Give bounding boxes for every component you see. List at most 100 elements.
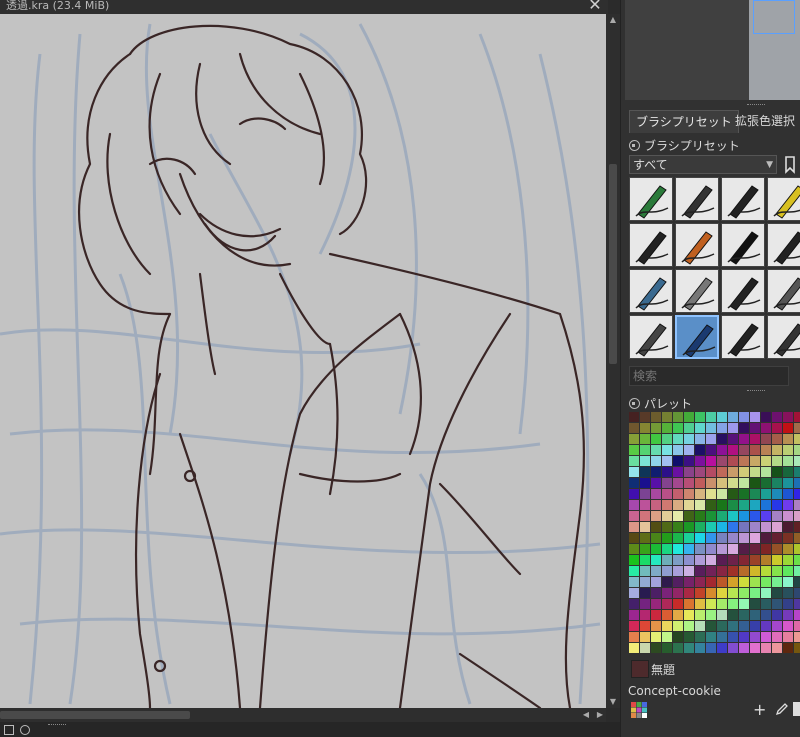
palette-swatch[interactable] — [728, 467, 738, 477]
palette-swatch[interactable] — [717, 511, 727, 521]
palette-swatch[interactable] — [629, 445, 639, 455]
palette-swatch[interactable] — [695, 423, 705, 433]
palette-swatch[interactable] — [728, 434, 738, 444]
palette-swatch[interactable] — [783, 445, 793, 455]
palette-swatch[interactable] — [673, 511, 683, 521]
palette-swatch[interactable] — [662, 434, 672, 444]
scroll-left-icon[interactable]: ◀ — [580, 708, 592, 722]
drawing-canvas[interactable] — [0, 14, 606, 708]
palette-swatch[interactable] — [717, 555, 727, 565]
resize-grip[interactable] — [48, 724, 66, 727]
palette-swatch[interactable] — [739, 522, 749, 532]
palette-swatch[interactable] — [629, 456, 639, 466]
palette-swatch[interactable] — [728, 456, 738, 466]
brush-preset-fountain-pen[interactable] — [629, 223, 673, 267]
palette-swatch[interactable] — [640, 555, 650, 565]
palette-swatch[interactable] — [629, 555, 639, 565]
palette-swatch[interactable] — [783, 500, 793, 510]
palette-swatch[interactable] — [662, 511, 672, 521]
palette-swatch[interactable] — [629, 588, 639, 598]
palette-swatch[interactable] — [750, 467, 760, 477]
palette-swatch[interactable] — [750, 643, 760, 653]
palette-swatch[interactable] — [695, 489, 705, 499]
palette-swatch[interactable] — [783, 423, 793, 433]
palette-swatch[interactable] — [717, 610, 727, 620]
palette-swatch[interactable] — [695, 533, 705, 543]
palette-swatch[interactable] — [706, 533, 716, 543]
palette-swatch[interactable] — [728, 599, 738, 609]
palette-swatch[interactable] — [706, 412, 716, 422]
palette-swatch[interactable] — [695, 555, 705, 565]
pencil-edit-icon[interactable] — [775, 702, 789, 716]
palette-swatch-grid[interactable] — [629, 412, 800, 654]
palette-swatch[interactable] — [783, 599, 793, 609]
palette-swatch[interactable] — [783, 533, 793, 543]
palette-swatch[interactable] — [662, 423, 672, 433]
palette-swatch[interactable] — [794, 434, 800, 444]
palette-swatch[interactable] — [761, 632, 771, 642]
palette-swatch[interactable] — [651, 500, 661, 510]
palette-swatch[interactable] — [750, 423, 760, 433]
palette-swatch[interactable] — [629, 610, 639, 620]
palette-swatch[interactable] — [640, 478, 650, 488]
palette-swatch[interactable] — [695, 621, 705, 631]
palette-swatch[interactable] — [629, 632, 639, 642]
scroll-right-icon[interactable]: ▶ — [594, 708, 606, 722]
palette-swatch[interactable] — [794, 478, 800, 488]
palette-swatch[interactable] — [783, 610, 793, 620]
palette-swatch[interactable] — [728, 588, 738, 598]
palette-swatch[interactable] — [794, 577, 800, 587]
palette-swatch[interactable] — [640, 599, 650, 609]
palette-swatch[interactable] — [761, 489, 771, 499]
palette-swatch[interactable] — [750, 621, 760, 631]
palette-swatch[interactable] — [717, 434, 727, 444]
palette-swatch[interactable] — [772, 643, 782, 653]
palette-swatch[interactable] — [750, 610, 760, 620]
palette-swatch[interactable] — [750, 522, 760, 532]
palette-swatch[interactable] — [673, 478, 683, 488]
palette-swatch[interactable] — [640, 423, 650, 433]
lock-icon[interactable] — [629, 398, 640, 409]
palette-swatch[interactable] — [684, 489, 694, 499]
palette-swatch[interactable] — [629, 423, 639, 433]
tab-extended-color-selector[interactable]: 拡張色選択 — [729, 110, 800, 132]
palette-swatch[interactable] — [728, 522, 738, 532]
palette-swatch[interactable] — [772, 566, 782, 576]
palette-swatch[interactable] — [706, 478, 716, 488]
palette-swatch[interactable] — [662, 522, 672, 532]
palette-swatch[interactable] — [761, 588, 771, 598]
palette-swatch[interactable] — [673, 588, 683, 598]
palette-swatch[interactable] — [750, 434, 760, 444]
palette-swatch[interactable] — [794, 544, 800, 554]
palette-swatch[interactable] — [750, 478, 760, 488]
palette-swatch[interactable] — [728, 621, 738, 631]
palette-swatch[interactable] — [717, 588, 727, 598]
palette-swatch[interactable] — [761, 511, 771, 521]
palette-swatch[interactable] — [772, 555, 782, 565]
palette-swatch[interactable] — [662, 456, 672, 466]
palette-swatch[interactable] — [772, 489, 782, 499]
palette-swatch[interactable] — [695, 434, 705, 444]
bookmark-icon[interactable] — [783, 155, 797, 174]
palette-swatch[interactable] — [684, 621, 694, 631]
palette-swatch[interactable] — [706, 434, 716, 444]
palette-swatch[interactable] — [673, 610, 683, 620]
brush-preset-pencil[interactable] — [629, 177, 673, 221]
palette-swatch[interactable] — [695, 456, 705, 466]
palette-swatch[interactable] — [750, 544, 760, 554]
palette-swatch[interactable] — [629, 566, 639, 576]
palette-swatch[interactable] — [794, 621, 800, 631]
palette-swatch[interactable] — [706, 621, 716, 631]
palette-swatch[interactable] — [629, 544, 639, 554]
palette-swatch[interactable] — [739, 500, 749, 510]
palette-swatch[interactable] — [662, 478, 672, 488]
palette-swatch[interactable] — [651, 588, 661, 598]
palette-swatch[interactable] — [717, 577, 727, 587]
zoom-icon[interactable] — [20, 725, 30, 735]
palette-swatch[interactable] — [651, 456, 661, 466]
palette-swatch[interactable] — [673, 489, 683, 499]
brush-preset-blue-pen-selected[interactable] — [675, 315, 719, 359]
palette-swatch[interactable] — [629, 489, 639, 499]
palette-swatch[interactable] — [794, 489, 800, 499]
palette-swatch[interactable] — [640, 412, 650, 422]
